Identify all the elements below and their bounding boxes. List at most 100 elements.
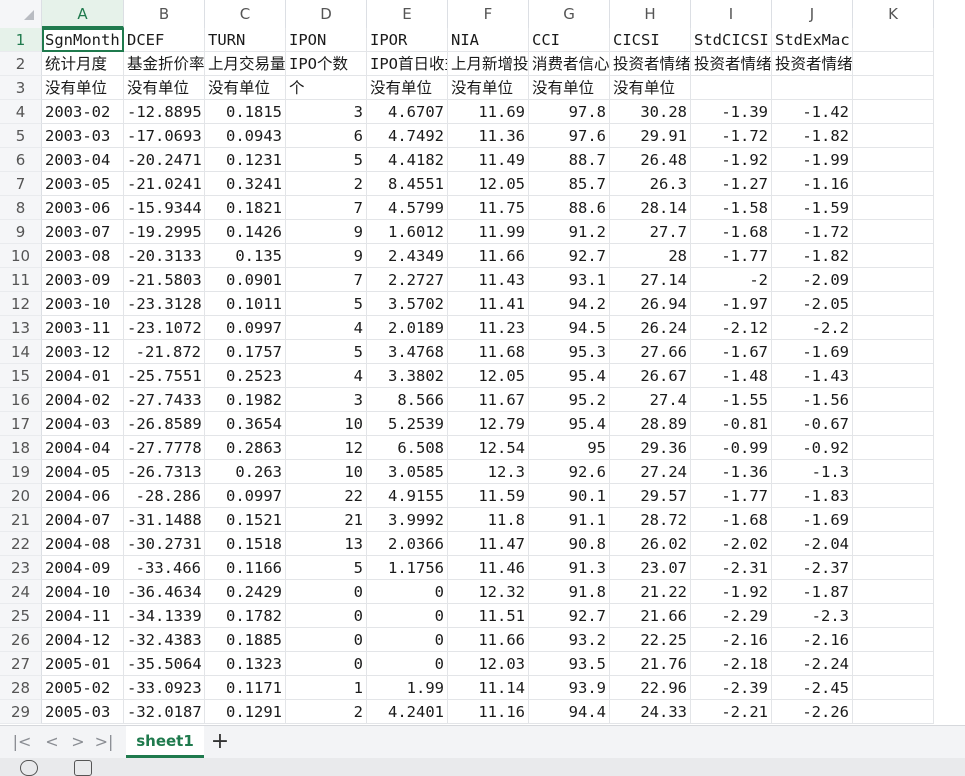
- cell-k19[interactable]: [853, 460, 934, 484]
- cell-j27[interactable]: -2.24: [772, 652, 853, 676]
- cell-a8[interactable]: 2003-06: [42, 196, 124, 220]
- cell-b11[interactable]: -21.5803: [124, 268, 205, 292]
- cell-e27[interactable]: 0: [367, 652, 448, 676]
- cell-b4[interactable]: -12.8895: [124, 100, 205, 124]
- cell-c19[interactable]: 0.263: [205, 460, 286, 484]
- cell-d7[interactable]: 2: [286, 172, 367, 196]
- cell-b10[interactable]: -20.3133: [124, 244, 205, 268]
- column-header-g[interactable]: G: [529, 0, 610, 28]
- cell-h6[interactable]: 26.48: [610, 148, 691, 172]
- cell-c13[interactable]: 0.0997: [205, 316, 286, 340]
- cell-i5[interactable]: -1.72: [691, 124, 772, 148]
- cell-k12[interactable]: [853, 292, 934, 316]
- row-header[interactable]: 11: [0, 268, 42, 292]
- cell-d9[interactable]: 9: [286, 220, 367, 244]
- cell-j24[interactable]: -1.87: [772, 580, 853, 604]
- cell-k18[interactable]: [853, 436, 934, 460]
- cell-c25[interactable]: 0.1782: [205, 604, 286, 628]
- cell-j22[interactable]: -2.04: [772, 532, 853, 556]
- cell-i25[interactable]: -2.29: [691, 604, 772, 628]
- cell-g24[interactable]: 91.8: [529, 580, 610, 604]
- cell-k27[interactable]: [853, 652, 934, 676]
- select-all-corner[interactable]: [0, 0, 42, 28]
- cell-b28[interactable]: -33.0923: [124, 676, 205, 700]
- row-header[interactable]: 25: [0, 604, 42, 628]
- cell-i11[interactable]: -2: [691, 268, 772, 292]
- cell-h3[interactable]: 没有单位: [610, 76, 691, 100]
- cell-k15[interactable]: [853, 364, 934, 388]
- cell-h28[interactable]: 22.96: [610, 676, 691, 700]
- cell-g18[interactable]: 95: [529, 436, 610, 460]
- cell-d19[interactable]: 10: [286, 460, 367, 484]
- cell-g29[interactable]: 94.4: [529, 700, 610, 724]
- cell-d23[interactable]: 5: [286, 556, 367, 580]
- cell-i1[interactable]: StdCICSI: [691, 28, 772, 52]
- cell-a15[interactable]: 2004-01: [42, 364, 124, 388]
- cell-b1[interactable]: DCEF: [124, 28, 205, 52]
- cell-c29[interactable]: 0.1291: [205, 700, 286, 724]
- row-header[interactable]: 10: [0, 244, 42, 268]
- cell-d29[interactable]: 2: [286, 700, 367, 724]
- cell-h10[interactable]: 28: [610, 244, 691, 268]
- column-header-k[interactable]: K: [853, 0, 934, 28]
- cell-b25[interactable]: -34.1339: [124, 604, 205, 628]
- cell-h11[interactable]: 27.14: [610, 268, 691, 292]
- cell-a28[interactable]: 2005-02: [42, 676, 124, 700]
- cell-a26[interactable]: 2004-12: [42, 628, 124, 652]
- cell-b21[interactable]: -31.1488: [124, 508, 205, 532]
- row-header[interactable]: 24: [0, 580, 42, 604]
- cell-h21[interactable]: 28.72: [610, 508, 691, 532]
- cell-i12[interactable]: -1.97: [691, 292, 772, 316]
- cell-e21[interactable]: 3.9992: [367, 508, 448, 532]
- cell-i2[interactable]: 投资者情绪: [691, 52, 772, 76]
- column-header-h[interactable]: H: [610, 0, 691, 28]
- cell-h24[interactable]: 21.22: [610, 580, 691, 604]
- add-sheet-button[interactable]: +: [208, 728, 232, 756]
- cell-e15[interactable]: 3.3802: [367, 364, 448, 388]
- cell-g2[interactable]: 消费者信心指数: [529, 52, 610, 76]
- cell-d22[interactable]: 13: [286, 532, 367, 556]
- row-header[interactable]: 6: [0, 148, 42, 172]
- cell-j28[interactable]: -2.45: [772, 676, 853, 700]
- column-header-i[interactable]: I: [691, 0, 772, 28]
- cell-i15[interactable]: -1.48: [691, 364, 772, 388]
- cell-e18[interactable]: 6.508: [367, 436, 448, 460]
- cell-d5[interactable]: 6: [286, 124, 367, 148]
- cell-e13[interactable]: 2.0189: [367, 316, 448, 340]
- cell-i28[interactable]: -2.39: [691, 676, 772, 700]
- cell-a5[interactable]: 2003-03: [42, 124, 124, 148]
- cell-b12[interactable]: -23.3128: [124, 292, 205, 316]
- cell-i16[interactable]: -1.55: [691, 388, 772, 412]
- cell-h9[interactable]: 27.7: [610, 220, 691, 244]
- cell-k6[interactable]: [853, 148, 934, 172]
- cell-k9[interactable]: [853, 220, 934, 244]
- cell-j14[interactable]: -1.69: [772, 340, 853, 364]
- next-sheet-icon[interactable]: >: [66, 730, 90, 754]
- cell-e11[interactable]: 2.2727: [367, 268, 448, 292]
- row-header[interactable]: 8: [0, 196, 42, 220]
- cell-b16[interactable]: -27.7433: [124, 388, 205, 412]
- row-header[interactable]: 26: [0, 628, 42, 652]
- cell-a24[interactable]: 2004-10: [42, 580, 124, 604]
- cell-a21[interactable]: 2004-07: [42, 508, 124, 532]
- cell-b26[interactable]: -32.4383: [124, 628, 205, 652]
- cell-e3[interactable]: 没有单位: [367, 76, 448, 100]
- cell-g28[interactable]: 93.9: [529, 676, 610, 700]
- cell-a17[interactable]: 2004-03: [42, 412, 124, 436]
- cell-f17[interactable]: 12.79: [448, 412, 529, 436]
- cell-b29[interactable]: -32.0187: [124, 700, 205, 724]
- cell-c11[interactable]: 0.0901: [205, 268, 286, 292]
- cell-g25[interactable]: 92.7: [529, 604, 610, 628]
- cell-i22[interactable]: -2.02: [691, 532, 772, 556]
- cell-g23[interactable]: 91.3: [529, 556, 610, 580]
- cell-f15[interactable]: 12.05: [448, 364, 529, 388]
- cell-b6[interactable]: -20.2471: [124, 148, 205, 172]
- cell-g20[interactable]: 90.1: [529, 484, 610, 508]
- cell-a1[interactable]: SgnMonth: [42, 28, 124, 52]
- cell-d20[interactable]: 22: [286, 484, 367, 508]
- cell-k29[interactable]: [853, 700, 934, 724]
- cell-d18[interactable]: 12: [286, 436, 367, 460]
- cell-g13[interactable]: 94.5: [529, 316, 610, 340]
- cell-g1[interactable]: CCI: [529, 28, 610, 52]
- cell-d4[interactable]: 3: [286, 100, 367, 124]
